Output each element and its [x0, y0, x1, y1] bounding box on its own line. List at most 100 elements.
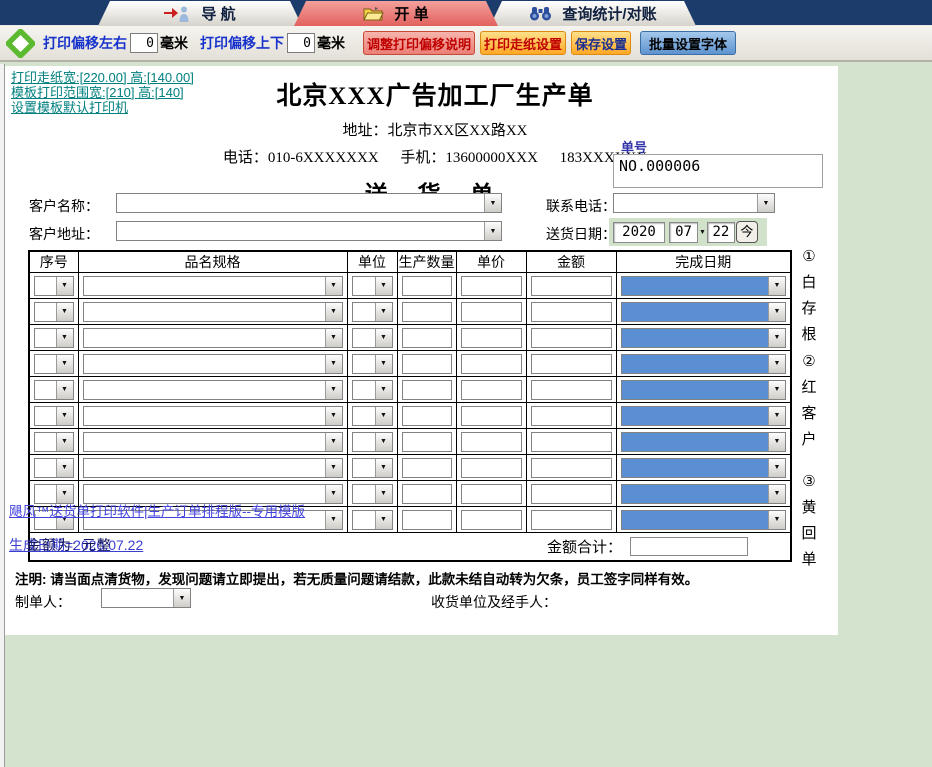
dropdown-arrow-icon[interactable]: ▼ [375, 355, 392, 373]
amount-input[interactable] [531, 432, 612, 452]
dropdown-arrow-icon[interactable]: ▼ [325, 459, 342, 477]
tab-billing[interactable]: 开 单 [294, 1, 498, 26]
quantity-input[interactable] [402, 432, 452, 452]
quantity-input[interactable] [402, 302, 452, 322]
dropdown-arrow-icon[interactable]: ▼ [56, 355, 73, 373]
finish-date-select[interactable]: ▼ [621, 276, 787, 296]
contact-phone-select[interactable]: ▼ [613, 193, 775, 213]
finish-date-select[interactable]: ▼ [621, 432, 787, 452]
price-input[interactable] [461, 510, 522, 530]
dropdown-arrow-icon[interactable]: ▼ [484, 222, 501, 240]
price-input[interactable] [461, 354, 522, 374]
tab-navigation[interactable]: 导 航 [98, 1, 302, 26]
amount-input[interactable] [531, 354, 612, 374]
product-spec-select[interactable]: ▼ [83, 276, 343, 296]
amount-input[interactable] [531, 484, 612, 504]
dropdown-arrow-icon[interactable]: ▼ [325, 303, 342, 321]
unit-select[interactable]: ▼ [352, 484, 393, 504]
date-month-field[interactable]: 07 [669, 222, 698, 243]
finish-date-select[interactable]: ▼ [621, 354, 787, 374]
dropdown-arrow-icon[interactable]: ▼ [375, 485, 392, 503]
unit-select[interactable]: ▼ [352, 458, 393, 478]
adjust-offset-help-button[interactable]: 调整打印偏移说明 [363, 31, 475, 55]
product-spec-select[interactable]: ▼ [83, 458, 343, 478]
today-button[interactable]: 今 [736, 221, 758, 243]
price-input[interactable] [461, 432, 522, 452]
dropdown-arrow-icon[interactable]: ▼ [768, 511, 785, 529]
product-spec-select[interactable]: ▼ [83, 302, 343, 322]
dropdown-arrow-icon[interactable]: ▼ [325, 433, 342, 451]
dropdown-arrow-icon[interactable]: ▼ [768, 381, 785, 399]
price-input[interactable] [461, 302, 522, 322]
unit-select[interactable]: ▼ [352, 328, 393, 348]
dropdown-arrow-icon[interactable]: ▼ [757, 194, 774, 212]
dropdown-arrow-icon[interactable]: ▼ [325, 485, 342, 503]
amount-input[interactable] [531, 510, 612, 530]
dropdown-arrow-icon[interactable]: ▼ [375, 329, 392, 347]
finish-date-select[interactable]: ▼ [621, 406, 787, 426]
dropdown-arrow-icon[interactable]: ▼ [484, 194, 501, 212]
unit-select[interactable]: ▼ [352, 276, 393, 296]
dropdown-arrow-icon[interactable]: ▼ [56, 433, 73, 451]
quantity-input[interactable] [402, 380, 452, 400]
price-input[interactable] [461, 380, 522, 400]
order-no-field[interactable]: NO.000006 [613, 154, 823, 188]
price-input[interactable] [461, 406, 522, 426]
unit-select[interactable]: ▼ [352, 432, 393, 452]
amount-input[interactable] [531, 458, 612, 478]
unit-select[interactable]: ▼ [352, 380, 393, 400]
maker-select[interactable]: ▼ [101, 588, 191, 608]
unit-select[interactable]: ▼ [352, 302, 393, 322]
price-input[interactable] [461, 484, 522, 504]
month-dropdown-arrow-icon[interactable]: ▼ [699, 229, 706, 236]
finish-date-select[interactable]: ▼ [621, 328, 787, 348]
save-settings-button[interactable]: 保存设置 [571, 31, 631, 55]
product-spec-select[interactable]: ▼ [83, 406, 343, 426]
tab-query-statistics[interactable]: 查询统计/对账 [490, 1, 696, 26]
dropdown-arrow-icon[interactable]: ▼ [56, 407, 73, 425]
unit-select[interactable]: ▼ [352, 354, 393, 374]
dropdown-arrow-icon[interactable]: ▼ [325, 277, 342, 295]
dropdown-arrow-icon[interactable]: ▼ [375, 407, 392, 425]
dropdown-arrow-icon[interactable]: ▼ [375, 511, 392, 529]
dropdown-arrow-icon[interactable]: ▼ [768, 303, 785, 321]
dropdown-arrow-icon[interactable]: ▼ [325, 381, 342, 399]
seq-select[interactable]: ▼ [34, 432, 74, 452]
amount-input[interactable] [531, 276, 612, 296]
dropdown-arrow-icon[interactable]: ▼ [173, 589, 190, 607]
seq-select[interactable]: ▼ [34, 302, 74, 322]
quantity-input[interactable] [402, 458, 452, 478]
dropdown-arrow-icon[interactable]: ▼ [768, 277, 785, 295]
dropdown-arrow-icon[interactable]: ▼ [56, 329, 73, 347]
dropdown-arrow-icon[interactable]: ▼ [56, 459, 73, 477]
dropdown-arrow-icon[interactable]: ▼ [325, 329, 342, 347]
unit-select[interactable]: ▼ [352, 406, 393, 426]
dropdown-arrow-icon[interactable]: ▼ [768, 459, 785, 477]
software-watermark-link[interactable]: 飓风™送货单打印软件|生产订单排程版--专用模版 [9, 500, 305, 520]
batch-font-settings-button[interactable]: 批量设置字体 [640, 31, 736, 55]
price-input[interactable] [461, 328, 522, 348]
dropdown-arrow-icon[interactable]: ▼ [56, 303, 73, 321]
dropdown-arrow-icon[interactable]: ▼ [56, 277, 73, 295]
dropdown-arrow-icon[interactable]: ▼ [375, 433, 392, 451]
dropdown-arrow-icon[interactable]: ▼ [325, 511, 342, 529]
finish-date-select[interactable]: ▼ [621, 302, 787, 322]
customer-name-select[interactable]: ▼ [116, 193, 502, 213]
offset-lr-input[interactable] [130, 33, 158, 53]
unit-select[interactable]: ▼ [352, 510, 393, 530]
quantity-input[interactable] [402, 484, 452, 504]
amount-input[interactable] [531, 328, 612, 348]
paper-feed-settings-button[interactable]: 打印走纸设置 [480, 31, 566, 55]
price-input[interactable] [461, 458, 522, 478]
seq-select[interactable]: ▼ [34, 354, 74, 374]
seq-select[interactable]: ▼ [34, 276, 74, 296]
date-day-field[interactable]: 22 [707, 222, 735, 243]
dropdown-arrow-icon[interactable]: ▼ [768, 485, 785, 503]
quantity-input[interactable] [402, 328, 452, 348]
seq-select[interactable]: ▼ [34, 328, 74, 348]
product-spec-select[interactable]: ▼ [83, 328, 343, 348]
seq-select[interactable]: ▼ [34, 458, 74, 478]
offset-ud-input[interactable] [287, 33, 315, 53]
amount-input[interactable] [531, 302, 612, 322]
dropdown-arrow-icon[interactable]: ▼ [375, 303, 392, 321]
